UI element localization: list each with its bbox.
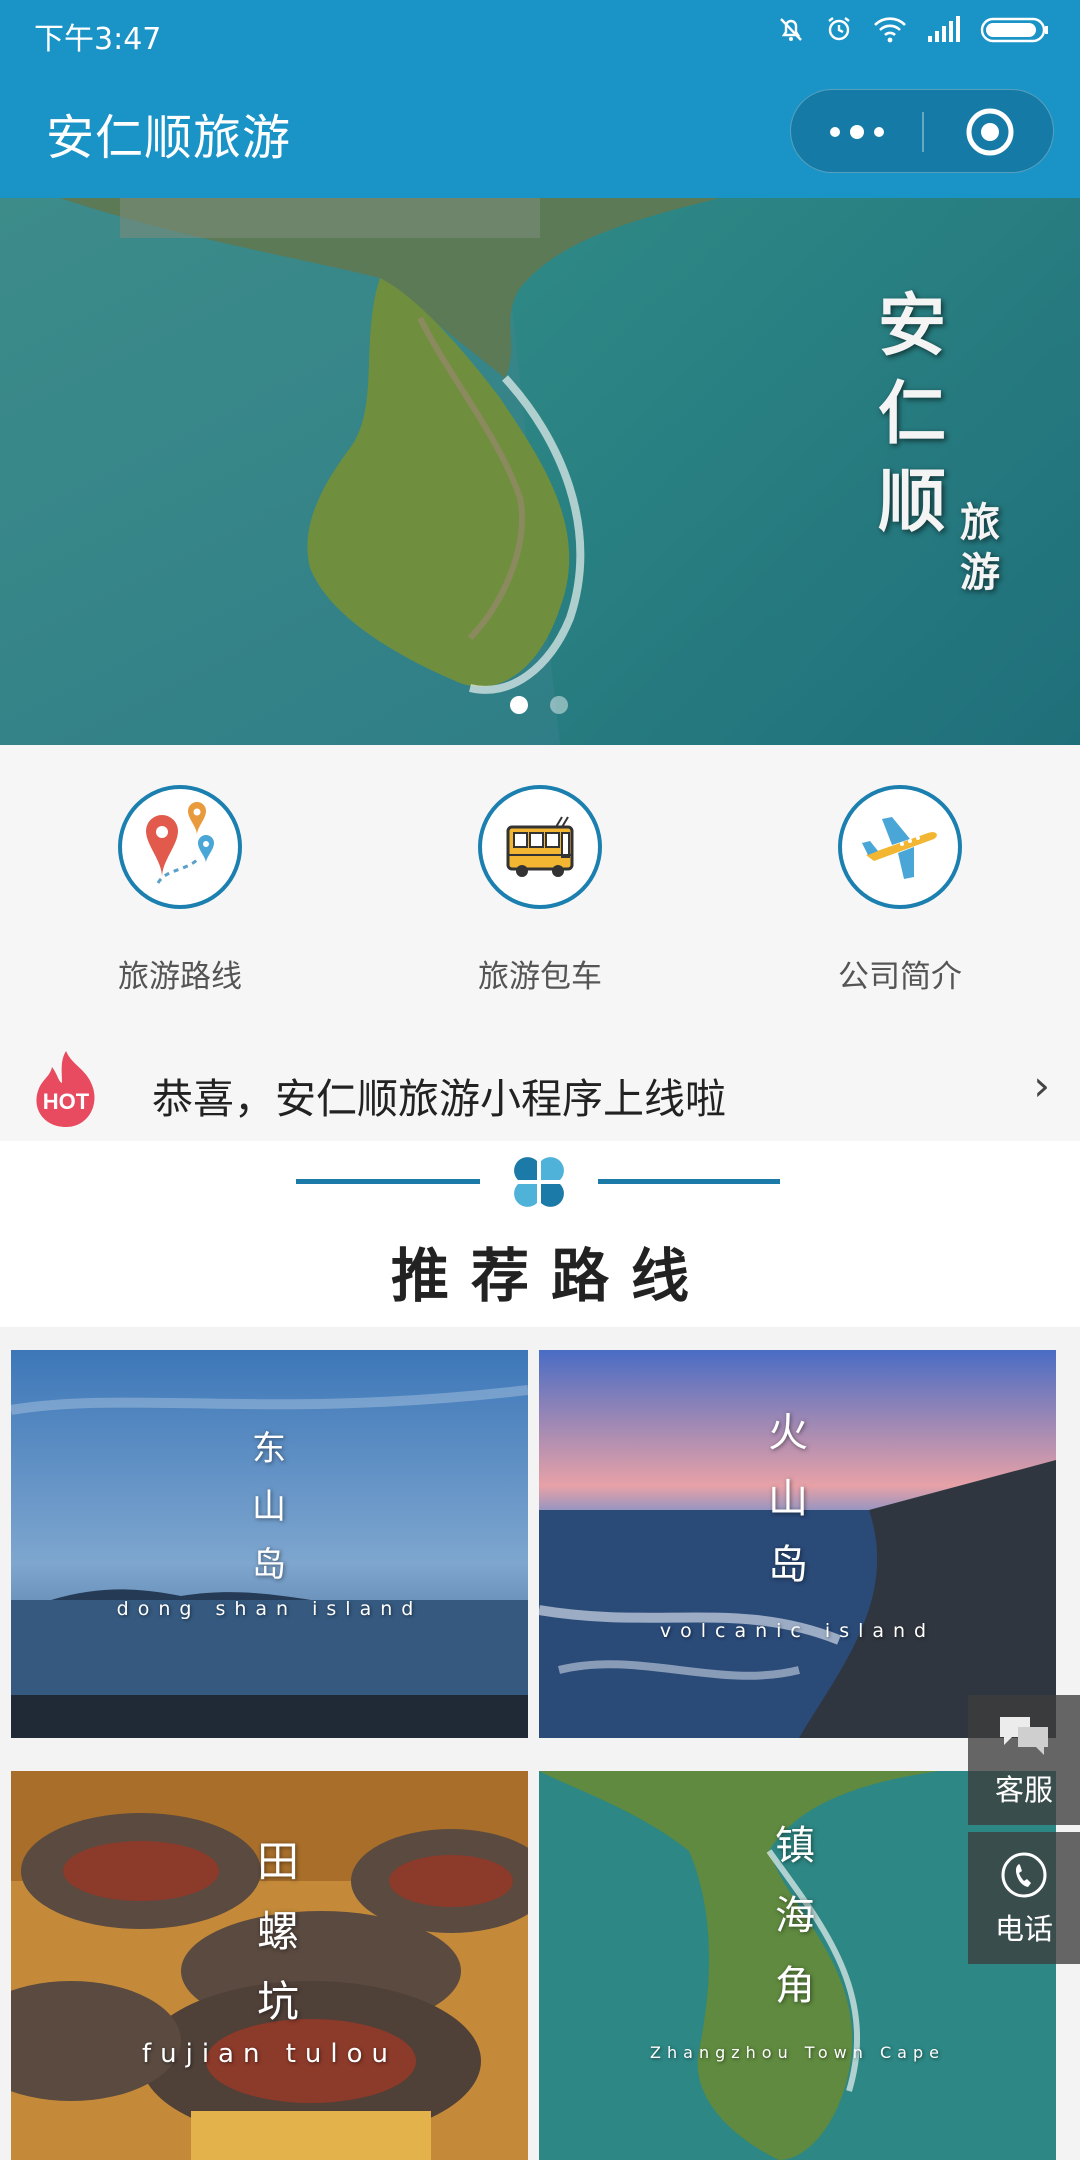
target-close-icon: [966, 108, 1013, 156]
signal-icon: [928, 16, 960, 42]
map-pin-icon: [118, 785, 242, 909]
carousel-dot-2[interactable]: [550, 696, 568, 714]
status-icons: [776, 14, 1050, 44]
customer-service-label: 客服: [994, 1773, 1053, 1807]
route-title-volcanic: 火山岛: [768, 1410, 808, 1588]
banner-title: 安仁顺: [878, 286, 947, 542]
route-card-volcanic[interactable]: 火山岛 volcanic island: [539, 1350, 1056, 1738]
hot-badge-text: HOT: [43, 1089, 90, 1114]
status-time: 下午3:47: [34, 22, 162, 57]
nav-travel-routes[interactable]: 旅游路线: [0, 785, 360, 996]
route-subtitle-tianluokeng: fujian tulou: [141, 2039, 398, 2069]
route-card-zhenhaijiao[interactable]: 镇海角 Zhangzhou Town Cape: [539, 1771, 1056, 2160]
app-title: 安仁顺旅游: [46, 110, 292, 166]
chevron-right-icon: ›: [1033, 1061, 1050, 1110]
recommend-title: 推荐路线: [390, 1242, 711, 1310]
nav-label-charter: 旅游包车: [478, 959, 602, 995]
route-title-dongshan: 东山岛: [252, 1429, 286, 1585]
customer-service-button[interactable]: 客服: [968, 1695, 1080, 1825]
phone-label: 电话: [994, 1912, 1053, 1946]
hot-flame-icon: HOT: [36, 1051, 95, 1127]
route-subtitle-dongshan: dong shan island: [116, 1598, 423, 1620]
notice-text: 恭喜，安仁顺旅游小程序上线啦: [152, 1075, 726, 1123]
miniprogram-capsule: [790, 89, 1054, 173]
divider-right: [598, 1179, 780, 1184]
divider-left: [296, 1179, 480, 1184]
route-grid: 东山岛 dong shan island 火山岛 volcanic island: [0, 1327, 1080, 2160]
route-card-tianluokeng[interactable]: 田螺坑 fujian tulou: [11, 1771, 528, 2160]
phone-button[interactable]: 电话: [968, 1832, 1080, 1964]
nav-label-company: 公司简介: [838, 959, 962, 995]
bus-icon: [478, 785, 602, 909]
carousel-dot-1[interactable]: [510, 696, 528, 714]
alarm-icon: [828, 17, 850, 41]
banner-carousel[interactable]: 安仁顺 旅游: [0, 198, 1080, 745]
carousel-indicator[interactable]: [510, 696, 568, 714]
close-button[interactable]: [924, 90, 1055, 174]
nav-charter-bus[interactable]: 旅游包车: [360, 785, 720, 996]
route-title-zhenhaijiao: 镇海角: [775, 1823, 815, 2009]
top-bar: 下午3:47 安仁顺旅游: [0, 0, 1080, 198]
airplane-icon: [838, 785, 962, 909]
route-subtitle-zhenhaijiao: Zhangzhou Town Cape: [650, 2043, 945, 2062]
nav-label-routes: 旅游路线: [118, 959, 242, 995]
route-title-tianluokeng: 田螺坑: [256, 1837, 299, 2026]
quick-nav: 旅游路线 旅游包车 公司简介: [0, 745, 1080, 1035]
wifi-icon: [874, 17, 906, 43]
phone-icon: [1001, 1852, 1047, 1898]
banner-subtitle: 旅游: [960, 499, 1000, 596]
clover-icon: [514, 1157, 564, 1207]
route-card-dongshan[interactable]: 东山岛 dong shan island: [11, 1350, 528, 1738]
battery-icon: [980, 17, 1048, 43]
more-button[interactable]: [791, 90, 922, 174]
nav-company-intro[interactable]: 公司简介: [720, 785, 1080, 996]
notice-bar[interactable]: HOT 恭喜，安仁顺旅游小程序上线啦 ›: [0, 1035, 1080, 1141]
recommend-section-header: 推荐路线: [0, 1141, 1080, 1327]
route-subtitle-volcanic: volcanic island: [659, 1620, 936, 1642]
mute-bell-icon: [780, 18, 802, 41]
chat-bubbles-icon: [1000, 1717, 1048, 1755]
